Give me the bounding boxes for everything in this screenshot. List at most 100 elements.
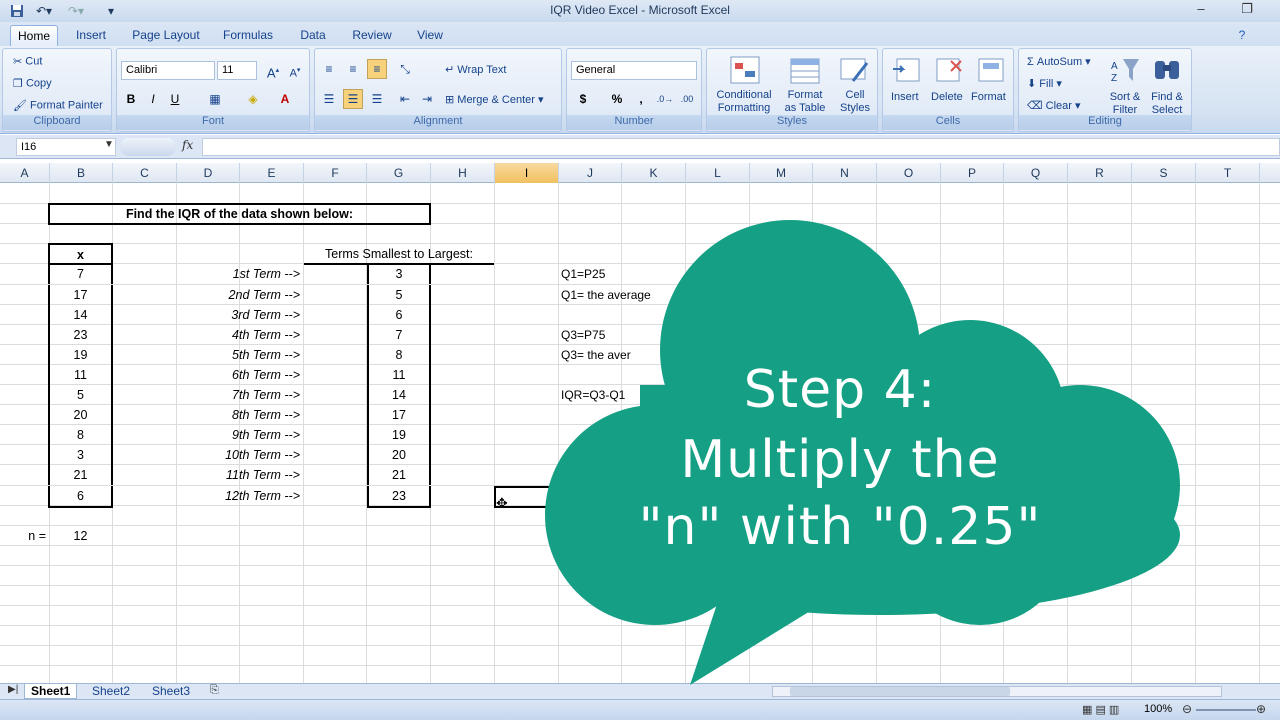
merge-icon: ⊞ xyxy=(445,94,455,106)
column-header-s[interactable]: S xyxy=(1132,163,1196,183)
sorted-value-cell: 21 xyxy=(367,465,431,485)
column-header-j[interactable]: J xyxy=(559,163,622,183)
tab-data[interactable]: Data xyxy=(292,25,334,46)
align-center-icon[interactable]: ☰ xyxy=(343,89,363,109)
zoom-level[interactable]: 100% xyxy=(1144,703,1172,715)
view-buttons-icon[interactable]: ▦ ▤ ▥ xyxy=(1082,703,1119,716)
column-header-o[interactable]: O xyxy=(877,163,941,183)
x-value-cell: 6 xyxy=(48,486,113,508)
column-header-t[interactable]: T xyxy=(1196,163,1260,183)
align-top-icon[interactable]: ≡ xyxy=(319,59,339,79)
insert-sheet-icon[interactable]: ⎘ xyxy=(210,684,219,697)
sorted-value-cell: 3 xyxy=(367,264,431,284)
cell-styles-button[interactable]: Cell Styles xyxy=(835,89,875,115)
bold-button[interactable]: B xyxy=(121,89,141,109)
copy-button[interactable]: ❐ Copy xyxy=(13,77,52,90)
column-header-d[interactable]: D xyxy=(177,163,240,183)
column-header-k[interactable]: K xyxy=(622,163,686,183)
align-middle-icon[interactable]: ≡ xyxy=(343,59,363,79)
align-right-icon[interactable]: ☰ xyxy=(367,89,387,109)
binoculars-icon xyxy=(1151,55,1183,87)
name-box-dropdown-icon[interactable]: ▼ xyxy=(104,139,114,150)
column-header-c[interactable]: C xyxy=(113,163,177,183)
restore-icon[interactable]: ❐ xyxy=(1230,0,1264,20)
column-header-p[interactable]: P xyxy=(941,163,1004,183)
merge-center-button[interactable]: ⊞ Merge & Center ▾ xyxy=(445,93,544,106)
grow-font-icon[interactable]: A▴ xyxy=(263,60,283,80)
format-painter-button[interactable]: 🖌 Format Painter xyxy=(13,99,103,112)
shrink-font-icon[interactable]: A▾ xyxy=(285,60,305,80)
italic-button[interactable]: I xyxy=(143,89,163,109)
increase-indent-icon[interactable]: ⇥ xyxy=(417,89,437,109)
font-name-select[interactable]: Calibri xyxy=(121,61,215,80)
insert-function-icon[interactable]: fx xyxy=(182,138,193,152)
insert-button[interactable]: Insert xyxy=(891,91,919,103)
column-header-l[interactable]: L xyxy=(686,163,750,183)
underline-button[interactable]: U xyxy=(165,89,185,109)
name-box[interactable]: I16 xyxy=(16,138,116,156)
term-label-cell: 3rd Term --> xyxy=(231,308,300,322)
autosum-button[interactable]: Σ AutoSum ▾ xyxy=(1027,55,1091,68)
comma-button[interactable]: , xyxy=(631,89,651,109)
borders-icon[interactable]: ▦ xyxy=(205,89,225,109)
column-header-i[interactable]: I xyxy=(495,163,559,183)
fill-button[interactable]: ⬇ Fill ▾ xyxy=(1027,77,1062,90)
increase-decimal-icon[interactable]: .0→ xyxy=(655,89,675,109)
font-size-select[interactable]: 11 xyxy=(217,61,257,80)
group-label: Font xyxy=(117,115,309,130)
zoom-in-icon[interactable]: ⊕ xyxy=(1256,702,1266,716)
column-header-n[interactable]: N xyxy=(813,163,877,183)
sheet-tab-2[interactable]: Sheet2 xyxy=(86,684,136,699)
format-as-table-button[interactable]: Format as Table xyxy=(779,89,831,115)
delete-cells-icon xyxy=(933,55,965,87)
sheet-tab-1[interactable]: Sheet1 xyxy=(24,684,78,699)
sort-filter-button[interactable]: Sort & Filter xyxy=(1105,91,1145,117)
sheet-nav-icon[interactable]: ▶| xyxy=(8,684,18,695)
currency-button[interactable]: $ xyxy=(573,89,593,109)
column-header-a[interactable]: A xyxy=(0,163,50,183)
column-header-e[interactable]: E xyxy=(240,163,304,183)
delete-button[interactable]: Delete xyxy=(931,91,963,103)
number-format-select[interactable]: General xyxy=(571,61,697,80)
decrease-decimal-icon[interactable]: .00 xyxy=(677,89,697,109)
decrease-indent-icon[interactable]: ⇤ xyxy=(395,89,415,109)
help-icon[interactable]: ? xyxy=(1232,25,1252,46)
tab-home[interactable]: Home xyxy=(10,25,58,46)
font-color-icon[interactable]: A xyxy=(275,89,295,109)
column-header-g[interactable]: G xyxy=(367,163,431,183)
formula-input[interactable] xyxy=(202,138,1280,156)
sorted-value-cell: 5 xyxy=(367,285,431,305)
scissors-icon: ✂ xyxy=(13,56,23,68)
percent-button[interactable]: % xyxy=(607,89,627,109)
column-header-h[interactable]: H xyxy=(431,163,495,183)
tab-view[interactable]: View xyxy=(410,25,450,46)
zoom-slider[interactable] xyxy=(1196,709,1256,711)
column-header-r[interactable]: R xyxy=(1068,163,1132,183)
clear-button[interactable]: ⌫ Clear ▾ xyxy=(1027,99,1081,112)
tab-insert[interactable]: Insert xyxy=(68,25,114,46)
cut-button[interactable]: ✂ Cut xyxy=(13,55,42,68)
orientation-icon[interactable]: ⤡ xyxy=(395,59,415,79)
column-header-q[interactable]: Q xyxy=(1004,163,1068,183)
sorted-value-cell: 20 xyxy=(367,445,431,465)
tab-review[interactable]: Review xyxy=(346,25,398,46)
alignment-group: ≡ ≡ ≡ ⤡ ☰ ☰ ☰ ⇤ ⇥ ↵ Wrap Text ⊞ Merge & … xyxy=(314,48,562,132)
wrap-text-button[interactable]: ↵ Wrap Text xyxy=(445,63,506,76)
align-bottom-icon[interactable]: ≡ xyxy=(367,59,387,79)
conditional-formatting-button[interactable]: Conditional Formatting xyxy=(713,89,775,115)
column-header-f[interactable]: F xyxy=(304,163,367,183)
minimize-icon[interactable]: – xyxy=(1184,0,1218,20)
tab-page-layout[interactable]: Page Layout xyxy=(126,25,206,46)
term-label-cell: 8th Term --> xyxy=(232,408,300,422)
grid-vline xyxy=(494,183,495,683)
column-header-m[interactable]: M xyxy=(750,163,813,183)
find-select-button[interactable]: Find & Select xyxy=(1147,91,1187,117)
zoom-out-icon[interactable]: ⊖ xyxy=(1182,702,1192,716)
sheet-tab-3[interactable]: Sheet3 xyxy=(146,684,196,699)
format-button[interactable]: Format xyxy=(971,91,1006,103)
column-header-b[interactable]: B xyxy=(50,163,113,183)
fill-color-icon[interactable]: ◈ xyxy=(243,89,263,109)
tab-formulas[interactable]: Formulas xyxy=(216,25,280,46)
align-left-icon[interactable]: ☰ xyxy=(319,89,339,109)
grid-vline xyxy=(1259,183,1260,683)
